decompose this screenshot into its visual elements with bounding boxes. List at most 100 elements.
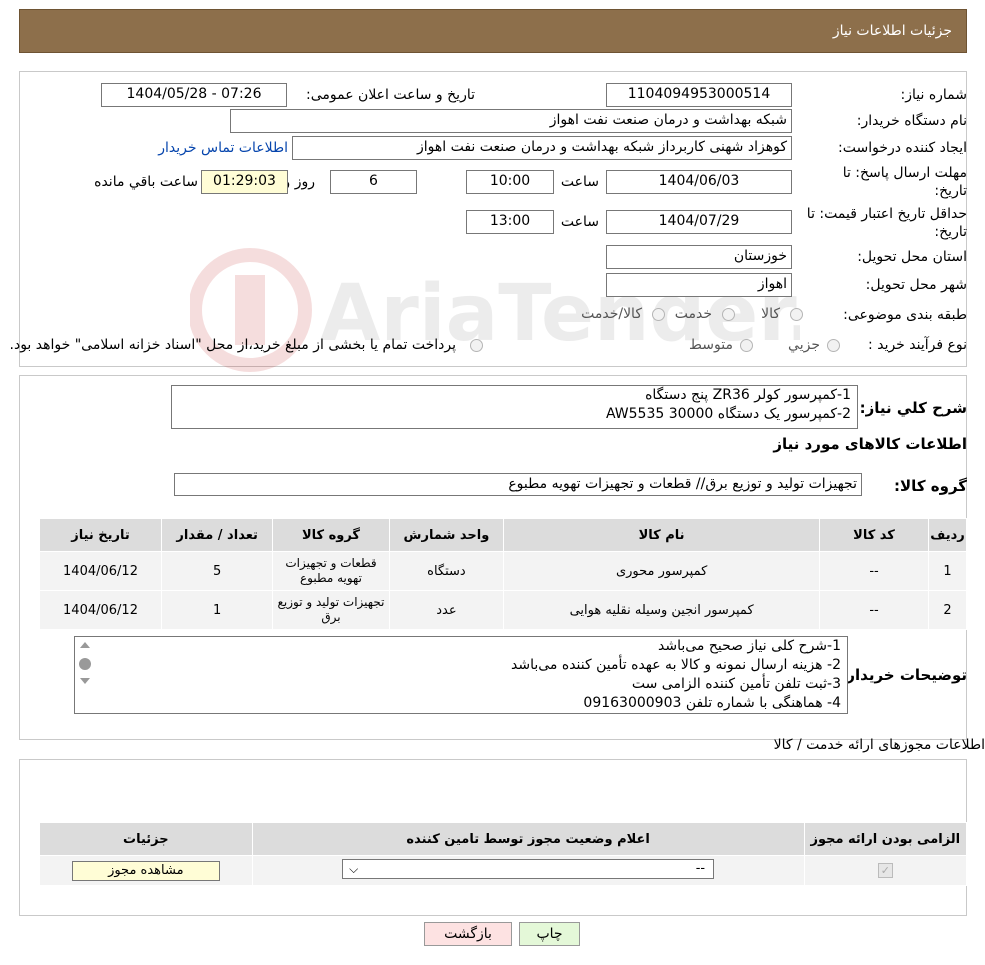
buyer-org-label: نام دستگاه خریدار: <box>856 113 967 129</box>
process-option-medium: متوسط <box>689 337 733 353</box>
table-row: 1 -- کمپرسور محوری دستگاه قطعات و تجهیزا… <box>38 551 967 591</box>
province-field: خوزستان <box>606 245 792 269</box>
scroll-down-icon[interactable] <box>80 678 90 684</box>
buyer-notes-scrollbar[interactable] <box>76 638 94 712</box>
process-note: پرداخت تمام یا بخشی از مبلغ خرید،از محل … <box>9 337 456 353</box>
validity-time-label: ساعت <box>560 214 599 230</box>
deadline-date-field: 1404/06/03 <box>606 170 792 194</box>
summary-label: شرح کلي نیاز: <box>859 399 967 417</box>
deadline-label-date: تاریخ: <box>934 183 967 199</box>
deadline-time-field: 10:00 <box>466 170 554 194</box>
col-status: اعلام وضعیت مجوز توسط تامین کننده <box>251 822 805 856</box>
goods-group-field: تجهیزات تولید و توزیع برق// قطعات و تجهی… <box>174 473 862 496</box>
category-radio-goods[interactable] <box>790 308 803 321</box>
validity-time-field: 13:00 <box>466 210 554 234</box>
permit-status-select[interactable]: ⌵ -- <box>342 858 715 879</box>
province-label: استان محل تحویل: <box>857 249 967 265</box>
deadline-time-label: ساعت <box>560 174 599 190</box>
buyer-note-line: 1-شرح کلی نیاز صحیح می‌باشد <box>658 638 841 654</box>
col-details: جزئیات <box>39 822 253 856</box>
print-button[interactable]: چاپ <box>519 922 580 946</box>
city-label: شهر محل تحویل: <box>865 277 967 293</box>
cell-date: 1404/06/12 <box>38 590 163 630</box>
col-code: کد کالا <box>818 518 930 552</box>
cell-required: ✓ <box>803 855 968 886</box>
cell-row: 2 <box>928 590 967 630</box>
cell-unit: عدد <box>388 590 505 630</box>
creator-label: ایجاد کننده درخواست: <box>838 140 967 156</box>
category-radio-service[interactable] <box>722 308 735 321</box>
announce-field: 1404/05/28 - 07:26 <box>101 83 287 107</box>
buyer-notes-textarea[interactable]: 1-شرح کلی نیاز صحیح می‌باشد 2- هزینه ارس… <box>74 636 848 714</box>
table-row: 2 -- کمپرسور انجین وسیله نقلیه هوایی عدد… <box>38 590 967 630</box>
page-header: جزئیات اطلاعات نیاز <box>19 9 967 53</box>
cell-row: 1 <box>928 551 967 591</box>
goods-group-label: گروه کالا: <box>894 477 967 495</box>
cell-name: کمپرسور انجین وسیله نقلیه هوایی <box>503 590 820 630</box>
summary-line-1: 1-کمپرسور کولر ZR36 پنج دستگاه <box>645 387 851 403</box>
cell-name: کمپرسور محوری <box>503 551 820 591</box>
validity-date-field: 1404/07/29 <box>606 210 792 234</box>
remaining-label: ساعت باقي مانده <box>94 174 198 190</box>
cell-group: تجهیزات تولید و توزیع برق <box>272 590 390 630</box>
need-number-label: شماره نیاز: <box>900 87 968 103</box>
summary-line-2: 2-کمپرسور یک دستگاه 30000 AW5535 <box>605 406 851 422</box>
city-field: اهواز <box>606 273 792 297</box>
process-option-minor: جزیي <box>788 337 820 353</box>
permits-table: الزامی بودن ارائه مجوز اعلام وضعیت مجوز … <box>39 822 968 886</box>
cell-code: -- <box>818 551 930 591</box>
category-option-goods: کالا <box>761 306 780 322</box>
cell-date: 1404/06/12 <box>38 551 163 591</box>
scroll-up-icon[interactable] <box>80 642 90 648</box>
goods-table: ردیف کد کالا نام کالا واحد شمارش گروه کا… <box>38 518 967 630</box>
scroll-thumb[interactable] <box>79 658 91 670</box>
deadline-label: مهلت ارسال پاسخ: تا <box>842 165 967 181</box>
buyer-org-field: شبکه بهداشت و درمان صنعت نفت اهواز <box>230 109 792 133</box>
col-name: نام کالا <box>503 518 820 552</box>
table-row: ✓ ⌵ -- مشاهده مجوز <box>39 855 968 886</box>
category-label: طبقه بندی موضوعی: <box>843 307 967 323</box>
days-label: روز و <box>283 174 316 190</box>
process-radio-medium[interactable] <box>740 339 753 352</box>
remaining-time-field: 01:29:03 <box>201 170 288 194</box>
permits-table-header: الزامی بودن ارائه مجوز اعلام وضعیت مجوز … <box>39 822 968 856</box>
category-option-service: خدمت <box>674 306 712 322</box>
cell-quantity: 5 <box>161 551 274 591</box>
buyer-note-line: 3-ثبت تلفن تأمین کننده الزامی ست <box>631 676 841 692</box>
goods-table-header: ردیف کد کالا نام کالا واحد شمارش گروه کا… <box>38 518 967 552</box>
process-radio-minor[interactable] <box>827 339 840 352</box>
buyer-contact-link[interactable]: اطلاعات تماس خریدار <box>158 140 288 156</box>
back-button[interactable]: بازگشت <box>424 922 512 946</box>
buyer-notes-label: توضیحات خریدار: <box>840 666 967 684</box>
buyer-note-line: 4- هماهنگی با شماره تلفن 09163000903 <box>583 695 841 711</box>
process-label: نوع فرآیند خرید : <box>868 337 967 353</box>
validity-label-date: تاریخ: <box>934 224 967 240</box>
required-checkbox[interactable]: ✓ <box>877 863 893 878</box>
need-number-field: 1104094953000514 <box>606 83 792 107</box>
col-unit: واحد شمارش <box>388 518 505 552</box>
process-radio-treasury[interactable] <box>470 339 483 352</box>
creator-field: کوهزاد شهنی کاربرداز شبکه بهداشت و درمان… <box>292 136 792 160</box>
days-remaining-field: 6 <box>330 170 417 194</box>
chevron-down-icon: ⌵ <box>349 861 359 876</box>
col-date: تاریخ نیاز <box>38 518 163 552</box>
announce-label: تاریخ و ساعت اعلان عمومی: <box>306 87 475 103</box>
summary-textarea[interactable]: 1-کمپرسور کولر ZR36 پنج دستگاه 2-کمپرسور… <box>171 385 858 429</box>
category-radio-both[interactable] <box>652 308 665 321</box>
col-group: گروه کالا <box>272 518 390 552</box>
buyer-note-line: 2- هزینه ارسال نمونه و کالا به عهده تأمی… <box>511 657 841 673</box>
cell-code: -- <box>818 590 930 630</box>
cell-group: قطعات و تجهیزات تهویه مطبوع <box>272 551 390 591</box>
col-row: ردیف <box>928 518 967 552</box>
cell-unit: دستگاه <box>388 551 505 591</box>
col-required: الزامی بودن ارائه مجوز <box>803 822 968 856</box>
validity-label: حداقل تاریخ اعتبار قیمت: تا <box>806 206 967 222</box>
permit-status-value: -- <box>695 860 706 876</box>
page-title: جزئیات اطلاعات نیاز <box>832 23 952 39</box>
category-option-both: کالا/خدمت <box>581 306 642 322</box>
cell-details: مشاهده مجوز <box>39 855 253 886</box>
cell-status: ⌵ -- <box>251 855 805 886</box>
col-quantity: تعداد / مقدار <box>161 518 274 552</box>
view-permit-button[interactable]: مشاهده مجوز <box>71 860 220 881</box>
permits-title: اطلاعات مجوزهای ارائه خدمت / کالا <box>773 737 985 753</box>
